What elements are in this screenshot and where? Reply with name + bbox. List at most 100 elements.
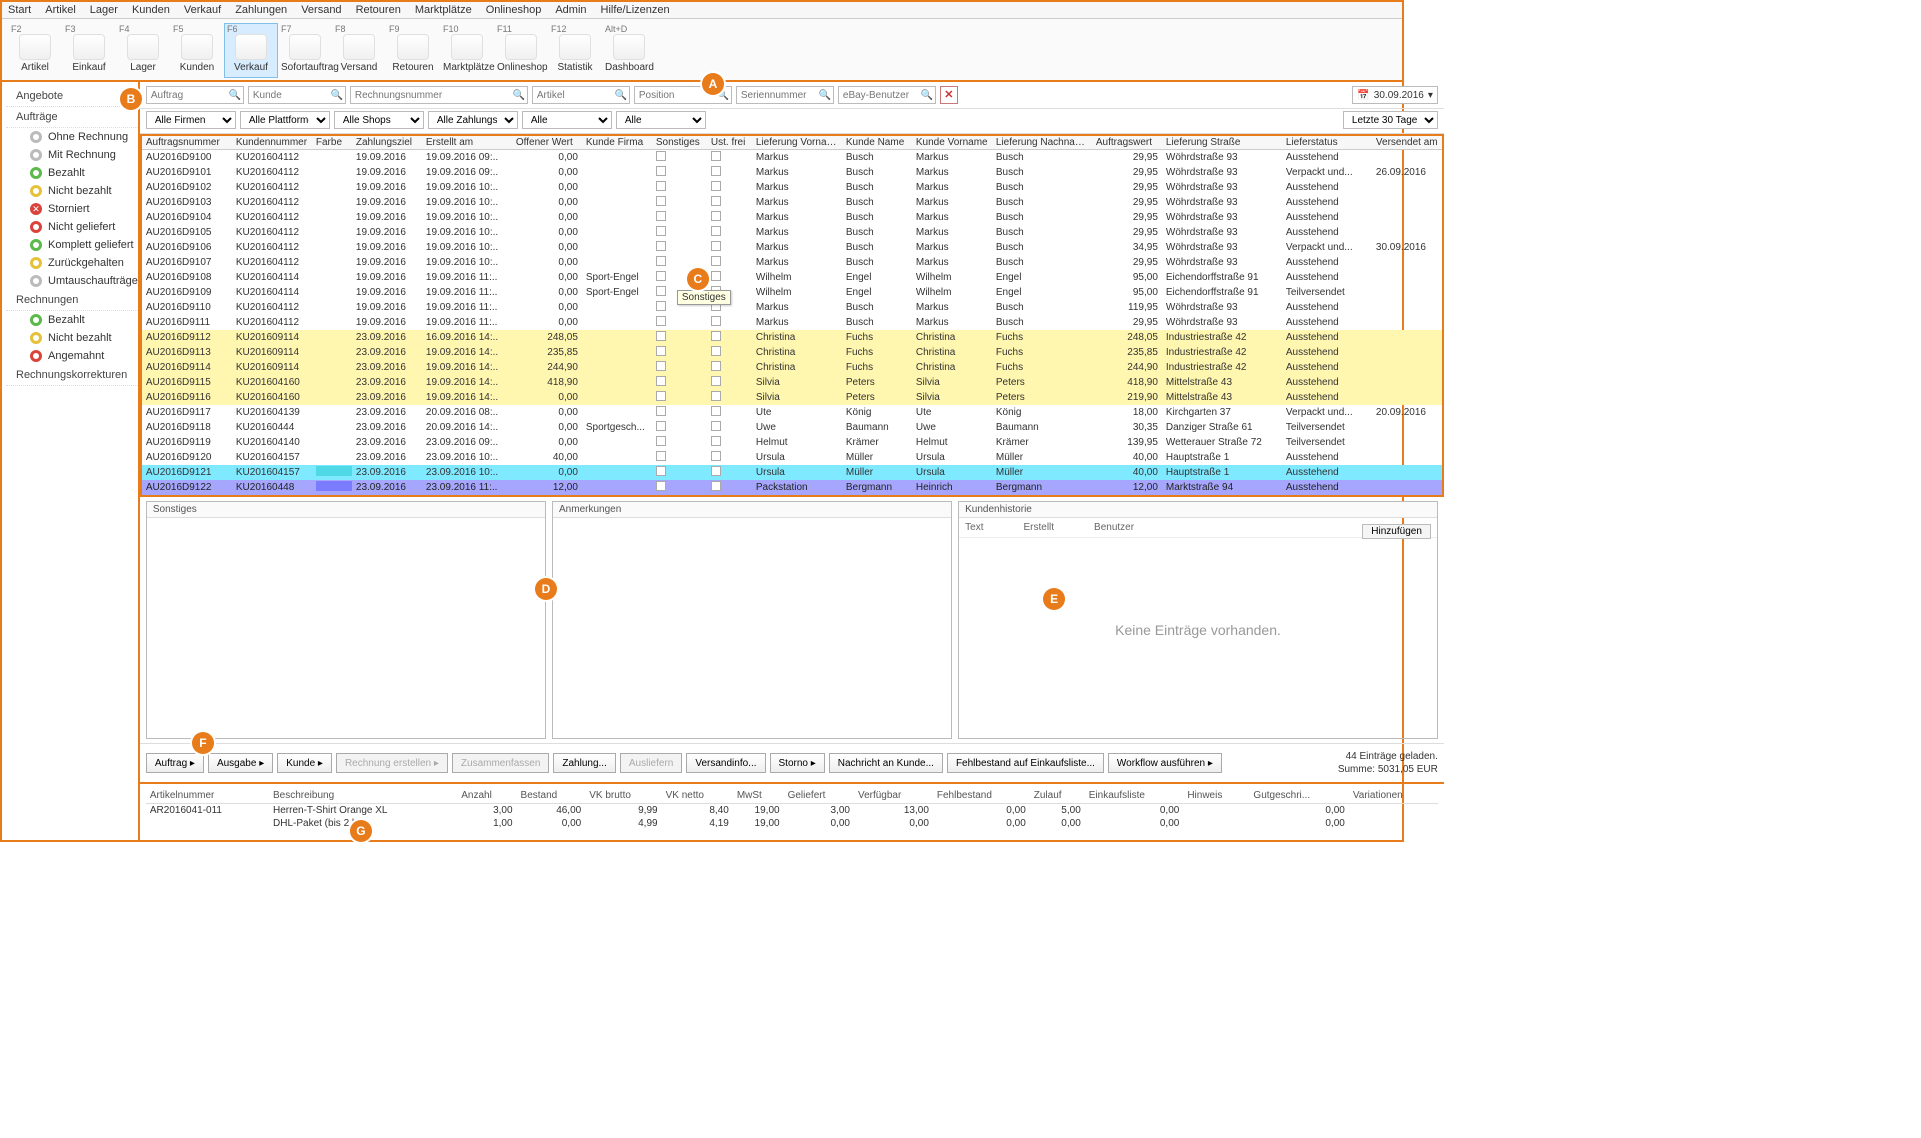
col-header[interactable]: Lieferung Straße xyxy=(1162,136,1282,150)
filter-input[interactable] xyxy=(147,90,227,101)
table-row[interactable]: AU2016D9118KU2016044423.09.201620.09.201… xyxy=(142,420,1442,435)
col-header[interactable]: Offener Wert xyxy=(512,136,582,150)
filter-input[interactable] xyxy=(737,90,817,101)
col-header[interactable]: Lieferung Nachname xyxy=(992,136,1092,150)
table-row[interactable]: AU2016D9119KU20160414023.09.201623.09.20… xyxy=(142,435,1442,450)
action-storno[interactable]: Storno ▸ xyxy=(770,753,825,773)
ribbon-retouren[interactable]: F9Retouren xyxy=(386,23,440,78)
item-col-header[interactable]: MwSt xyxy=(733,788,784,804)
col-header[interactable]: Kunde Name xyxy=(842,136,912,150)
table-row[interactable]: AU2016D9110KU20160411219.09.201619.09.20… xyxy=(142,300,1442,315)
filter-select[interactable]: Alle Firmen xyxy=(146,111,236,129)
ribbon-statistik[interactable]: F12Statistik xyxy=(548,23,602,78)
item-col-header[interactable]: Variationen xyxy=(1349,788,1438,804)
action-workflow-ausf-hren[interactable]: Workflow ausführen ▸ xyxy=(1108,753,1222,773)
col-header[interactable]: Auftragsnummer xyxy=(142,136,232,150)
item-col-header[interactable]: Zulauf xyxy=(1030,788,1085,804)
menu-onlineshop[interactable]: Onlineshop xyxy=(486,4,542,16)
col-header[interactable]: Zahlungsziel xyxy=(352,136,422,150)
filter-select[interactable]: Alle Shops xyxy=(334,111,424,129)
filter-select[interactable]: Alle xyxy=(522,111,612,129)
table-row[interactable]: AU2016D9113KU20160911423.09.201619.09.20… xyxy=(142,345,1442,360)
sidebar-item-mit-rechnung[interactable]: Mit Rechnung xyxy=(6,146,138,164)
sidebar-section-aufträge[interactable]: Aufträge xyxy=(6,107,138,128)
menu-kunden[interactable]: Kunden xyxy=(132,4,170,16)
col-header[interactable]: Ust. frei xyxy=(707,136,752,150)
filter-ebay-benutzer[interactable]: 🔍 xyxy=(838,86,936,104)
action-kunde[interactable]: Kunde ▸ xyxy=(277,753,332,773)
col-header[interactable]: Lieferung Vorname xyxy=(752,136,842,150)
ribbon-sofortauftrag[interactable]: F7Sofortauftrag xyxy=(278,23,332,78)
action-zahlung-[interactable]: Zahlung... xyxy=(553,753,615,773)
ribbon-kunden[interactable]: F5Kunden xyxy=(170,23,224,78)
item-col-header[interactable]: Verfügbar xyxy=(854,788,933,804)
col-header[interactable]: Farbe xyxy=(312,136,352,150)
item-col-header[interactable]: VK netto xyxy=(662,788,733,804)
action-versandinfo-[interactable]: Versandinfo... xyxy=(686,753,765,773)
sidebar-item-nicht-bezahlt[interactable]: Nicht bezahlt xyxy=(6,182,138,200)
item-col-header[interactable]: Fehlbestand xyxy=(933,788,1030,804)
filter-rechnungsnummer[interactable]: 🔍 xyxy=(350,86,528,104)
action-auftrag[interactable]: Auftrag ▸ xyxy=(146,753,204,773)
col-header[interactable]: Kunde Firma xyxy=(582,136,652,150)
date-range-select[interactable]: Letzte 30 Tage xyxy=(1343,111,1438,129)
filter-input[interactable] xyxy=(839,90,919,101)
menu-hilfe/lizenzen[interactable]: Hilfe/Lizenzen xyxy=(601,4,670,16)
sidebar-item-umtauschaufträge[interactable]: Umtauschaufträge xyxy=(6,272,138,290)
item-col-header[interactable]: Bestand xyxy=(517,788,586,804)
table-row[interactable]: AU2016D9121KU20160415723.09.201623.09.20… xyxy=(142,465,1442,480)
ribbon-einkauf[interactable]: F3Einkauf xyxy=(62,23,116,78)
item-col-header[interactable]: Geliefert xyxy=(784,788,854,804)
sidebar-item-nicht-geliefert[interactable]: Nicht geliefert xyxy=(6,218,138,236)
col-header[interactable]: Versendet am xyxy=(1372,136,1442,150)
table-row[interactable]: AU2016D9109KU20160411419.09.201619.09.20… xyxy=(142,285,1442,300)
ribbon-marktplätze[interactable]: F10Marktplätze xyxy=(440,23,494,78)
col-header[interactable]: Kunde Vorname xyxy=(912,136,992,150)
ribbon-verkauf[interactable]: F6Verkauf xyxy=(224,23,278,78)
table-row[interactable]: AU2016D9106KU20160411219.09.201619.09.20… xyxy=(142,240,1442,255)
menu-start[interactable]: Start xyxy=(8,4,31,16)
table-row[interactable]: AU2016D9114KU20160911423.09.201619.09.20… xyxy=(142,360,1442,375)
table-row[interactable]: AU2016D9115KU20160416023.09.201619.09.20… xyxy=(142,375,1442,390)
ribbon-versand[interactable]: F8Versand xyxy=(332,23,386,78)
menu-versand[interactable]: Versand xyxy=(301,4,341,16)
sidebar-item-ohne-rechnung[interactable]: Ohne Rechnung xyxy=(6,128,138,146)
ribbon-artikel[interactable]: F2Artikel xyxy=(8,23,62,78)
menu-lager[interactable]: Lager xyxy=(90,4,118,16)
col-header[interactable]: Kundennummer xyxy=(232,136,312,150)
menu-bar[interactable]: StartArtikelLagerKundenVerkaufZahlungenV… xyxy=(2,2,1402,19)
table-row[interactable]: AU2016D9100KU20160411219.09.201619.09.20… xyxy=(142,150,1442,166)
clear-filters-button[interactable]: ✕ xyxy=(940,86,958,104)
sidebar-section-rechnungskorrekturen[interactable]: Rechnungskorrekturen xyxy=(6,365,138,386)
date-picker[interactable]: 📅 30.09.2016 ▾ xyxy=(1352,86,1438,104)
item-row[interactable]: AR2016041-011Herren-T-Shirt Orange XL3,0… xyxy=(146,804,1438,818)
ribbon-lager[interactable]: F4Lager xyxy=(116,23,170,78)
filter-input[interactable] xyxy=(635,90,715,101)
sidebar-item-bezahlt[interactable]: Bezahlt xyxy=(6,164,138,182)
col-header[interactable]: Erstellt am xyxy=(422,136,512,150)
filter-input[interactable] xyxy=(533,90,613,101)
item-col-header[interactable]: Einkaufsliste xyxy=(1085,788,1184,804)
action-nachricht-an-kunde-[interactable]: Nachricht an Kunde... xyxy=(829,753,943,773)
table-row[interactable]: AU2016D9111KU20160411219.09.201619.09.20… xyxy=(142,315,1442,330)
ribbon-dashboard[interactable]: Alt+DDashboard xyxy=(602,23,656,78)
sidebar-section-angebote[interactable]: Angebote xyxy=(6,86,138,107)
item-col-header[interactable]: Anzahl xyxy=(457,788,516,804)
col-header[interactable]: Sonstiges xyxy=(652,136,707,150)
col-header[interactable]: Auftragswert xyxy=(1092,136,1162,150)
action-ausgabe[interactable]: Ausgabe ▸ xyxy=(208,753,273,773)
sidebar-item-storniert[interactable]: ✕Storniert xyxy=(6,200,138,218)
menu-zahlungen[interactable]: Zahlungen xyxy=(235,4,287,16)
filter-select[interactable]: Alle xyxy=(616,111,706,129)
table-row[interactable]: AU2016D9104KU20160411219.09.201619.09.20… xyxy=(142,210,1442,225)
sidebar-section-rechnungen[interactable]: Rechnungen xyxy=(6,290,138,311)
ribbon-onlineshop[interactable]: F11Onlineshop xyxy=(494,23,548,78)
table-row[interactable]: AU2016D9105KU20160411219.09.201619.09.20… xyxy=(142,225,1442,240)
item-col-header[interactable]: Artikelnummer xyxy=(146,788,269,804)
item-col-header[interactable]: Gutgeschri... xyxy=(1249,788,1348,804)
sidebar-item-zurückgehalten[interactable]: Zurückgehalten xyxy=(6,254,138,272)
table-row[interactable]: AU2016D9120KU20160415723.09.201623.09.20… xyxy=(142,450,1442,465)
filter-input[interactable] xyxy=(249,90,329,101)
menu-verkauf[interactable]: Verkauf xyxy=(184,4,221,16)
sonstiges-body[interactable]: D xyxy=(147,518,545,738)
